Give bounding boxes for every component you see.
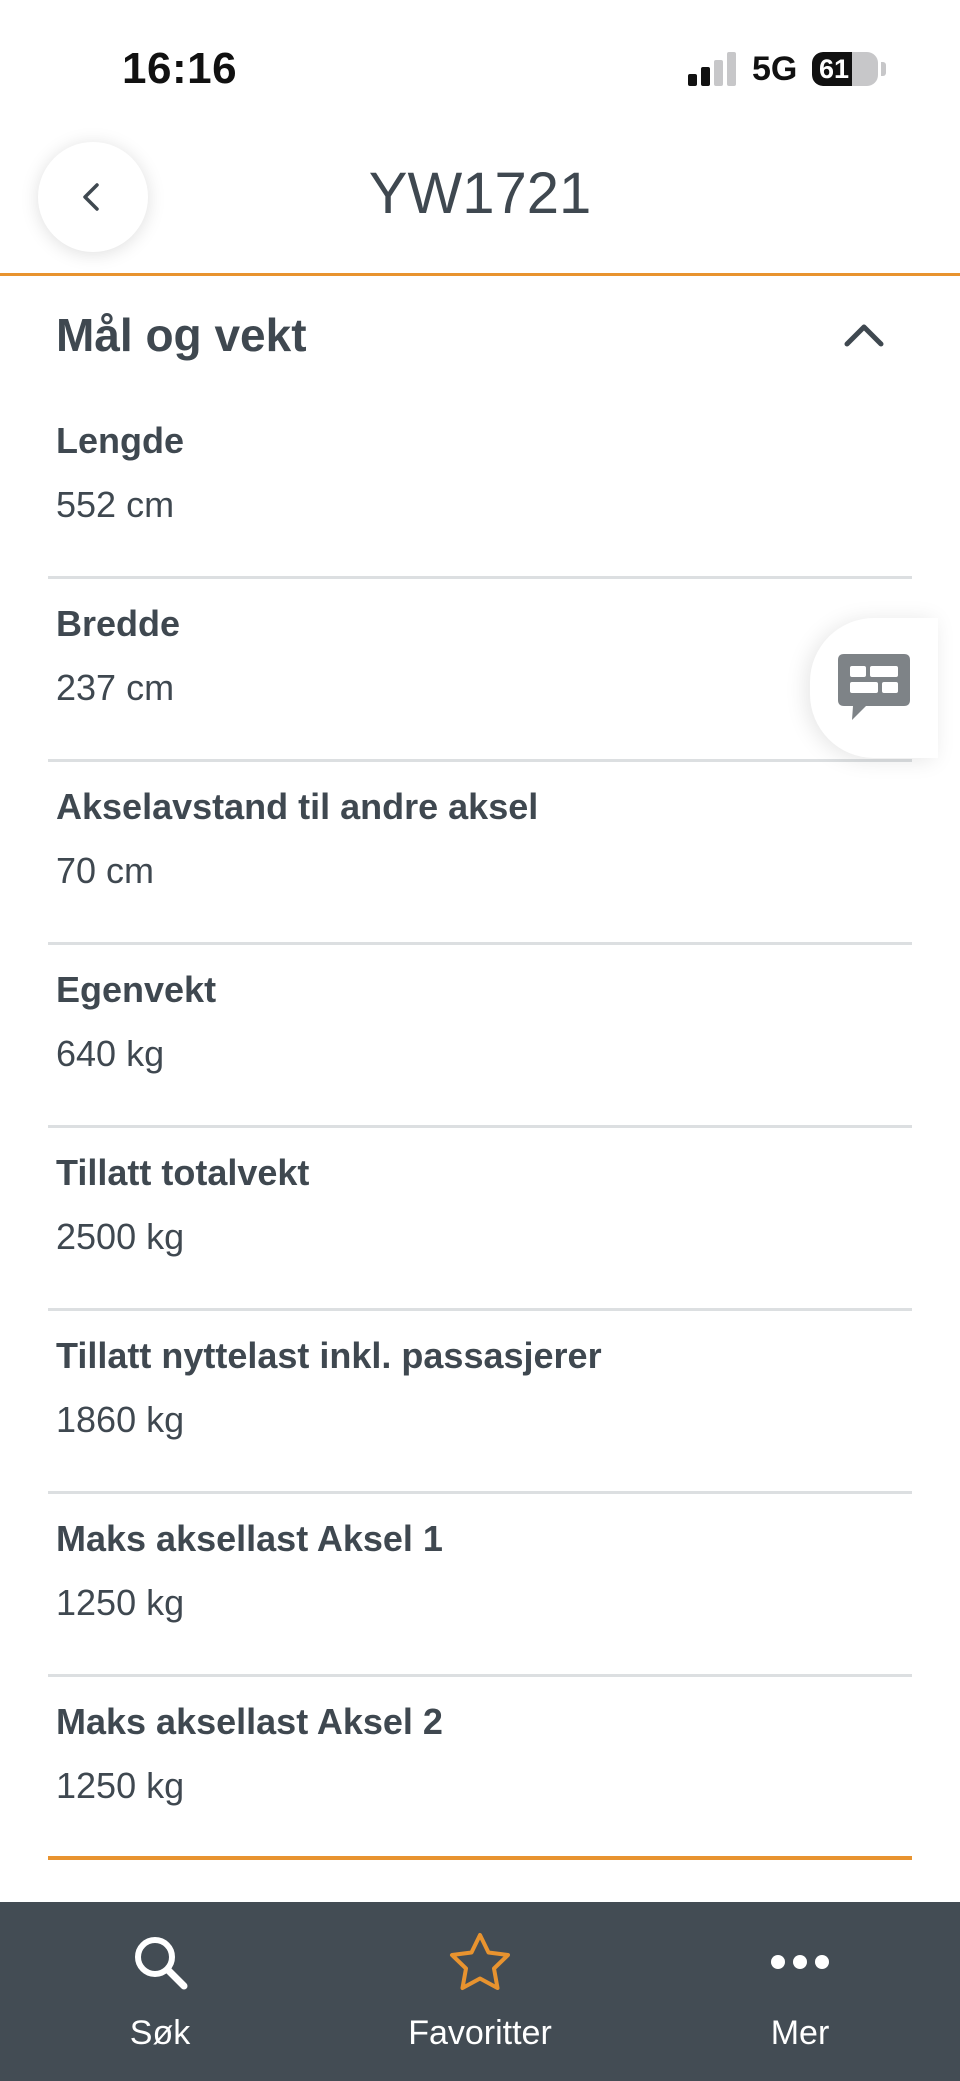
section-title[interactable]: Mål og vekt <box>56 308 307 362</box>
spec-row-axle-load-1: Maks aksellast Aksel 1 1250 kg <box>48 1494 912 1677</box>
nav-item-favorites[interactable]: Favoritter <box>320 1902 640 2081</box>
cellular-signal-icon <box>688 52 736 86</box>
spec-value: 2500 kg <box>56 1216 185 1257</box>
nav-label: Mer <box>770 2014 830 2052</box>
spec-row-length: Lengde 552 cm <box>48 396 912 579</box>
chevron-up-icon <box>844 324 884 347</box>
spec-label: Akselavstand til andre aksel <box>56 786 539 827</box>
star-icon <box>448 1930 512 1994</box>
spec-value: 1250 kg <box>56 1765 185 1806</box>
spec-value: 640 kg <box>56 1033 165 1074</box>
spec-row-axle-load-2: Maks aksellast Aksel 2 1250 kg <box>48 1677 912 1860</box>
battery-icon: 61 <box>812 52 878 86</box>
spec-label: Egenvekt <box>56 969 217 1010</box>
spec-label: Tillatt nyttelast inkl. passasjerer <box>56 1335 602 1376</box>
feedback-chat-icon <box>838 654 910 720</box>
bottom-navigation: Søk Favoritter Mer <box>0 1902 960 2081</box>
app-header: YW1721 <box>0 130 960 276</box>
spec-value: 237 cm <box>56 667 175 708</box>
spec-value: 552 cm <box>56 484 175 525</box>
nav-item-search[interactable]: Søk <box>0 1902 320 2081</box>
spec-row-total-weight: Tillatt totalvekt 2500 kg <box>48 1128 912 1311</box>
page-title: YW1721 <box>368 161 592 226</box>
spec-value: 1860 kg <box>56 1399 185 1440</box>
spec-value: 1250 kg <box>56 1582 185 1623</box>
spec-label: Bredde <box>56 603 181 644</box>
spec-row-curb-weight: Egenvekt 640 kg <box>48 945 912 1128</box>
battery-tip <box>881 62 886 76</box>
network-type: 5G <box>752 50 798 88</box>
spec-label: Tillatt totalvekt <box>56 1152 310 1193</box>
spec-row-width: Bredde 237 cm <box>48 579 912 762</box>
spec-label: Lengde <box>56 420 185 461</box>
nav-item-more[interactable]: Mer <box>640 1902 960 2081</box>
search-icon <box>128 1930 192 1994</box>
spec-row-axle-distance: Akselavstand til andre aksel 70 cm <box>48 762 912 945</box>
spec-label: Maks aksellast Aksel 1 <box>56 1518 443 1559</box>
battery-level: 61 <box>818 54 850 84</box>
spec-list: Lengde 552 cm Bredde 237 cm Akselavstand… <box>48 396 912 1860</box>
nav-label: Favoritter <box>408 2014 552 2052</box>
spec-row-payload: Tillatt nyttelast inkl. passasjerer 1860… <box>48 1311 912 1494</box>
status-bar: 16:16 5G 61 <box>0 0 960 130</box>
feedback-button[interactable] <box>810 618 938 758</box>
spec-value: 70 cm <box>56 850 155 891</box>
more-dots-icon <box>768 1930 832 1994</box>
collapse-section-button[interactable] <box>836 310 892 360</box>
status-time: 16:16 <box>122 44 238 93</box>
nav-label: Søk <box>129 2014 191 2052</box>
spec-label: Maks aksellast Aksel 2 <box>56 1701 443 1742</box>
